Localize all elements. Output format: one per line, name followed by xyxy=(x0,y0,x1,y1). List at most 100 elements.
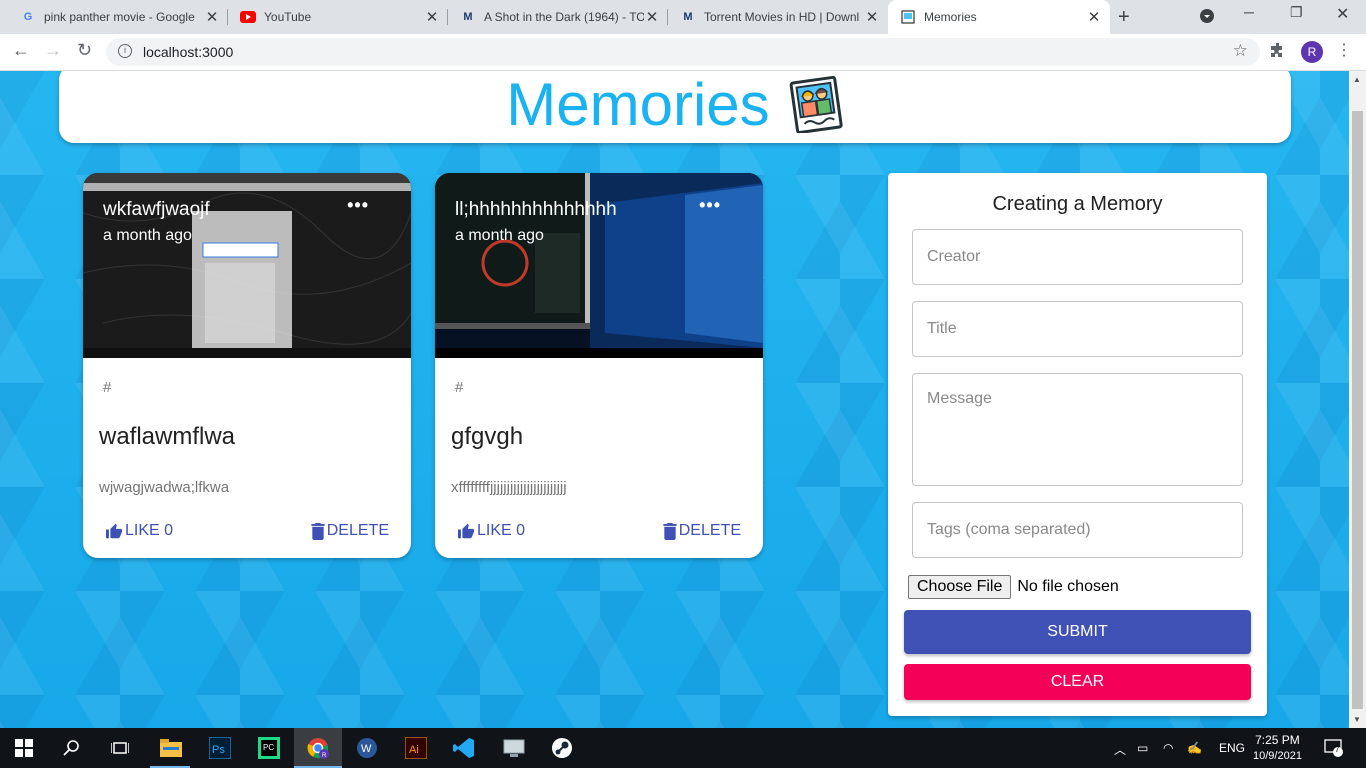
notifications-icon[interactable]: 7 xyxy=(1324,739,1344,760)
more-options-icon[interactable]: ••• xyxy=(699,195,721,216)
new-tab-button[interactable]: + xyxy=(1118,6,1130,29)
windows-taskbar: Ps PC R W Ai ︿ ▭ ◠ ✍ ENG 7:25 PM 10/9/20… xyxy=(0,728,1366,768)
app-bar: Memories xyxy=(59,71,1291,143)
illustrator-icon[interactable]: Ai xyxy=(404,736,428,760)
close-icon[interactable]: ✕ xyxy=(864,8,880,26)
title-field xyxy=(912,301,1243,357)
file-status: No file chosen xyxy=(1017,578,1119,595)
post-tags: # xyxy=(103,379,112,396)
memories-logo-icon xyxy=(789,75,843,133)
pen-icon[interactable]: ✍ xyxy=(1187,741,1202,755)
tab-torrent-movies[interactable]: M Torrent Movies in HD | Downl ✕ xyxy=(668,0,888,34)
thumb-up-icon xyxy=(106,523,122,539)
windows-start-icon[interactable] xyxy=(12,736,36,760)
tab-youtube[interactable]: YouTube ✕ xyxy=(228,0,448,34)
svg-text:W: W xyxy=(361,743,372,755)
m-logo-icon: M xyxy=(463,11,473,23)
network-app-icon[interactable] xyxy=(502,736,526,760)
svg-text:R: R xyxy=(322,753,327,759)
wifi-icon[interactable]: ◠ xyxy=(1163,741,1173,755)
like-button[interactable]: LIKE 0 xyxy=(457,522,525,540)
file-explorer-icon[interactable] xyxy=(159,736,183,760)
clock-time: 7:25 PM xyxy=(1255,733,1300,747)
task-view-icon[interactable] xyxy=(108,736,132,760)
address-text[interactable]: localhost:3000 xyxy=(143,44,233,60)
page-viewport: Memories wkfawfjwaojf a month ago ••• # … xyxy=(0,71,1349,728)
scrollbar-thumb[interactable] xyxy=(1352,111,1363,709)
close-icon[interactable]: ✕ xyxy=(644,8,660,26)
clear-button[interactable]: CLEAR xyxy=(904,664,1251,700)
message-input[interactable] xyxy=(913,374,1242,485)
close-icon[interactable]: ✕ xyxy=(424,8,440,26)
post-creator: ll;hhhhhhhhhhhhhh xyxy=(455,199,617,220)
tab-google-search[interactable]: G pink panther movie - Google ✕ xyxy=(8,0,228,34)
show-hidden-icons[interactable]: ︿ xyxy=(1114,741,1126,758)
post-message: xffffffffjjjjjjjjjjjjjjjjjjjjjjj xyxy=(451,479,567,496)
svg-text:Ps: Ps xyxy=(212,744,225,756)
maximize-icon[interactable]: ❐ xyxy=(1290,4,1303,21)
vscode-icon[interactable] xyxy=(452,736,476,760)
steam-icon[interactable] xyxy=(550,736,574,760)
like-button[interactable]: LIKE 0 xyxy=(105,522,173,540)
delete-button[interactable]: DELETE xyxy=(663,522,741,540)
tab-title: YouTube xyxy=(264,10,312,24)
post-creator: wkfawfjwaojf xyxy=(103,199,210,220)
title-input[interactable] xyxy=(913,302,1242,356)
creator-field xyxy=(912,229,1243,285)
scroll-up-icon[interactable]: ▲ xyxy=(1353,75,1361,84)
form-title: Creating a Memory xyxy=(992,193,1163,215)
bookmark-star-icon[interactable]: ☆ xyxy=(1233,41,1248,61)
tags-field xyxy=(912,502,1243,558)
search-icon[interactable] xyxy=(60,736,84,760)
tab-title: Torrent Movies in HD | Downl xyxy=(704,10,860,24)
choose-file-button[interactable]: Choose File xyxy=(908,575,1012,599)
back-icon[interactable]: ← xyxy=(12,40,30,61)
submit-button[interactable]: SUBMIT xyxy=(904,610,1251,654)
scroll-down-icon[interactable]: ▼ xyxy=(1353,715,1361,724)
file-input: Choose File No file chosen xyxy=(908,575,1119,599)
chrome-icon[interactable]: R xyxy=(306,736,330,760)
trash-icon xyxy=(663,522,677,540)
forward-icon[interactable]: → xyxy=(44,40,62,61)
extensions-icon[interactable] xyxy=(1270,42,1286,62)
system-clock[interactable]: 7:25 PM 10/9/2021 xyxy=(1253,732,1302,764)
notification-count: 7 xyxy=(1335,745,1340,754)
browser-tab-strip: G pink panther movie - Google ✕ YouTube … xyxy=(0,0,1366,34)
post-title: gfgvgh xyxy=(451,423,524,450)
address-bar[interactable]: i localhost:3000 ☆ xyxy=(106,38,1260,66)
photoshop-icon[interactable]: Ps xyxy=(208,736,232,760)
memories-favicon xyxy=(900,9,916,25)
svg-text:Ai: Ai xyxy=(409,744,419,756)
close-icon[interactable]: ✕ xyxy=(1086,8,1102,26)
reload-icon[interactable]: ↻ xyxy=(77,40,92,61)
browser-toolbar: ← → ↻ i localhost:3000 ☆ R ⋮ xyxy=(0,34,1366,71)
youtube-icon xyxy=(240,9,256,25)
memory-card: wkfawfjwaojf a month ago ••• # waflawmfl… xyxy=(83,173,411,558)
tab-search-icon[interactable] xyxy=(1199,8,1215,27)
thumb-up-icon xyxy=(458,523,474,539)
trash-icon xyxy=(311,522,325,540)
tab-shot-in-the-dark[interactable]: M A Shot in the Dark (1964) - TO ✕ xyxy=(448,0,668,34)
creator-input[interactable] xyxy=(913,230,1242,284)
like-label: LIKE 0 xyxy=(125,522,174,539)
memory-form: Creating a Memory Choose File No file ch… xyxy=(888,173,1267,716)
page-scrollbar[interactable]: ▲ ▼ xyxy=(1349,71,1366,728)
battery-icon[interactable]: ▭ xyxy=(1137,741,1148,755)
more-options-icon[interactable]: ••• xyxy=(347,195,369,216)
site-info-icon[interactable]: i xyxy=(118,44,132,58)
pycharm-icon[interactable]: PC xyxy=(257,736,281,760)
browser-menu-icon[interactable]: ⋮ xyxy=(1336,40,1352,60)
clock-date: 10/9/2021 xyxy=(1253,750,1302,762)
minimize-icon[interactable]: ─ xyxy=(1244,4,1254,20)
post-tags: # xyxy=(455,379,464,396)
tab-memories[interactable]: Memories ✕ xyxy=(888,0,1110,34)
delete-button[interactable]: DELETE xyxy=(311,522,389,540)
input-language[interactable]: ENG xyxy=(1219,741,1245,755)
tab-title: Memories xyxy=(924,10,977,24)
profile-avatar[interactable]: R xyxy=(1301,41,1323,63)
tags-input[interactable] xyxy=(913,503,1242,557)
memory-image: wkfawfjwaojf a month ago ••• xyxy=(83,173,411,358)
word-icon[interactable]: W xyxy=(355,736,379,760)
window-close-icon[interactable]: ✕ xyxy=(1336,4,1349,24)
close-icon[interactable]: ✕ xyxy=(204,8,220,26)
